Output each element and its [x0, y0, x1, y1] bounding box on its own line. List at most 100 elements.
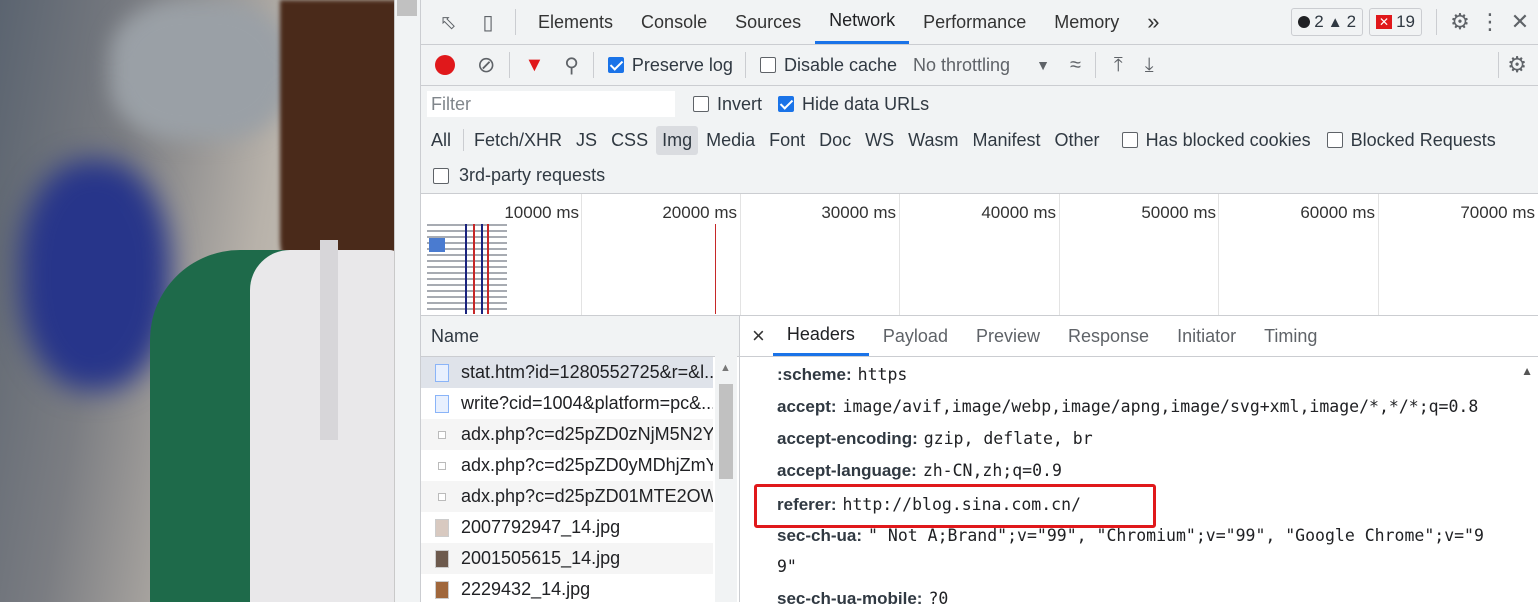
tab-sources[interactable]: Sources [721, 0, 815, 44]
table-row[interactable]: 2001505615_14.jpg [421, 543, 713, 574]
request-name: 2007792947_14.jpg [461, 517, 621, 537]
table-row[interactable]: 2229432_14.jpg [421, 574, 713, 605]
table-row[interactable]: adx.php?c=d25pZD0yMDhjZmY... [421, 450, 713, 481]
type-ws[interactable]: WS [859, 126, 900, 155]
header-key: sec-ch-ua-mobile: [777, 589, 923, 608]
tab-console[interactable]: Console [627, 0, 721, 44]
record-button[interactable] [435, 55, 455, 75]
devtools-tabbar: ⬁ ▯ Elements Console Sources Network Per… [421, 0, 1538, 45]
preserve-log-checkbox[interactable] [607, 57, 624, 73]
export-har-icon[interactable]: ⤓ [1145, 54, 1154, 77]
disable-cache-checkbox[interactable] [759, 57, 776, 73]
name-column-header[interactable]: Name [421, 316, 739, 357]
has-blocked-cookies-checkbox[interactable] [1121, 132, 1138, 148]
tick-label: 20000 ms [662, 203, 737, 222]
table-row[interactable]: 2007792947_14.jpg [421, 512, 713, 543]
device-toolbar-icon[interactable]: ▯ [475, 10, 501, 35]
file-icon [438, 492, 446, 501]
scroll-up-arrow-icon[interactable]: ▲ [720, 362, 731, 374]
tab-payload[interactable]: Payload [869, 316, 962, 356]
settings-gear-icon[interactable]: ⚙ [1445, 9, 1475, 35]
type-js[interactable]: JS [570, 126, 603, 155]
disable-cache-label: Disable cache [783, 54, 898, 75]
image-icon [435, 518, 449, 537]
blocked-requests-checkbox[interactable] [1326, 132, 1343, 148]
header-row: accept: image/avif,image/webp,image/apng,… [777, 397, 1478, 417]
highlight-box [754, 484, 1156, 528]
console-counts[interactable]: 2 ▲ 2 [1291, 8, 1364, 36]
devtools-panel: ⬁ ▯ Elements Console Sources Network Per… [420, 0, 1538, 608]
file-icon [438, 430, 446, 439]
type-img[interactable]: Img [656, 125, 699, 155]
details-tabbar: × Headers Payload Preview Response Initi… [740, 316, 1538, 357]
issues-badge[interactable]: ✕ 19 [1369, 8, 1422, 36]
tab-timing[interactable]: Timing [1250, 316, 1331, 356]
tick-label: 60000 ms [1300, 203, 1375, 222]
type-wasm[interactable]: Wasm [902, 126, 964, 155]
header-value: gzip, deflate, br [923, 429, 1093, 448]
image-icon [435, 549, 449, 568]
tab-performance[interactable]: Performance [909, 0, 1040, 44]
tab-headers[interactable]: Headers [772, 316, 869, 356]
tab-response[interactable]: Response [1054, 316, 1163, 356]
has-blocked-cookies-label: Has blocked cookies [1145, 129, 1311, 150]
error-count: 2 [1314, 12, 1324, 31]
tab-network[interactable]: Network [815, 0, 910, 44]
header-key: sec-ch-ua: [777, 526, 863, 545]
type-media[interactable]: Media [700, 126, 761, 155]
request-list: Name stat.htm?id=1280552725&r=&l... writ… [421, 316, 740, 602]
file-icon [435, 363, 449, 382]
type-manifest[interactable]: Manifest [967, 126, 1047, 155]
header-value: " Not A;Brand";v="99", "Chromium";v="99"… [868, 526, 1484, 545]
filter-input[interactable]: Filter [427, 91, 675, 117]
more-tabs-icon[interactable]: » [1133, 0, 1173, 44]
network-settings-gear-icon[interactable]: ⚙ [1507, 52, 1527, 78]
header-row: sec-ch-ua-mobile: ?0 [777, 589, 948, 609]
type-font[interactable]: Font [763, 126, 811, 155]
third-party-row: 3rd-party requests [421, 158, 1538, 194]
type-all[interactable]: All [425, 126, 457, 155]
type-other[interactable]: Other [1049, 126, 1106, 155]
warning-triangle-icon: ▲ [1327, 13, 1343, 31]
tab-memory[interactable]: Memory [1040, 0, 1133, 44]
table-row[interactable]: adx.php?c=d25pZD01MTE2OW... [421, 481, 713, 512]
request-name: adx.php?c=d25pZD01MTE2OW... [461, 486, 713, 506]
hide-data-urls-label: Hide data URLs [802, 93, 930, 114]
search-icon[interactable]: ⚲ [564, 53, 579, 78]
background-photo [0, 0, 394, 602]
throttling-select[interactable]: No throttling [913, 55, 1010, 76]
request-list-scrollbar[interactable]: ▲ [715, 356, 737, 602]
close-devtools-icon[interactable]: ✕ [1505, 9, 1535, 35]
type-css[interactable]: CSS [605, 126, 654, 155]
table-row[interactable]: adx.php?c=d25pZD0zNjM5N2Y... [421, 419, 713, 450]
table-row[interactable]: write?cid=1004&platform=pc&... [421, 388, 713, 419]
filter-funnel-icon[interactable]: ▼ [524, 54, 544, 77]
import-har-icon[interactable]: ⤒ [1114, 54, 1123, 77]
invert-checkbox[interactable] [693, 96, 709, 112]
third-party-checkbox[interactable] [433, 167, 449, 184]
header-value: zh-CN,zh;q=0.9 [922, 461, 1062, 480]
tab-elements[interactable]: Elements [524, 0, 627, 44]
more-options-icon[interactable]: ⋮ [1475, 9, 1505, 35]
type-doc[interactable]: Doc [813, 126, 857, 155]
inspect-element-icon[interactable]: ⬁ [435, 10, 461, 35]
issues-flag-icon: ✕ [1376, 15, 1393, 29]
page-scrollbar[interactable] [394, 0, 421, 602]
clear-icon[interactable]: ⊘ [477, 52, 495, 78]
header-row: sec-ch-ua: " Not A;Brand";v="99", "Chromi… [777, 526, 1484, 546]
close-details-icon[interactable]: × [752, 323, 765, 349]
tick-label: 70000 ms [1460, 203, 1535, 222]
tick-label: 40000 ms [981, 203, 1056, 222]
tab-initiator[interactable]: Initiator [1163, 316, 1250, 356]
tab-preview[interactable]: Preview [962, 316, 1054, 356]
header-row: accept-encoding: gzip, deflate, br [777, 429, 1093, 449]
network-conditions-icon[interactable]: ≈ [1070, 54, 1081, 77]
file-icon [435, 394, 449, 413]
file-icon [438, 461, 446, 470]
details-scroll-up-arrow-icon[interactable]: ▲ [1521, 364, 1533, 378]
hide-data-urls-checkbox[interactable] [778, 96, 795, 112]
type-fetch-xhr[interactable]: Fetch/XHR [468, 126, 568, 155]
table-row[interactable]: stat.htm?id=1280552725&r=&l... [421, 357, 713, 388]
dropdown-arrow-icon[interactable]: ▼ [1036, 57, 1050, 73]
network-overview[interactable]: 10000 ms 20000 ms 30000 ms 40000 ms 5000… [421, 194, 1538, 316]
